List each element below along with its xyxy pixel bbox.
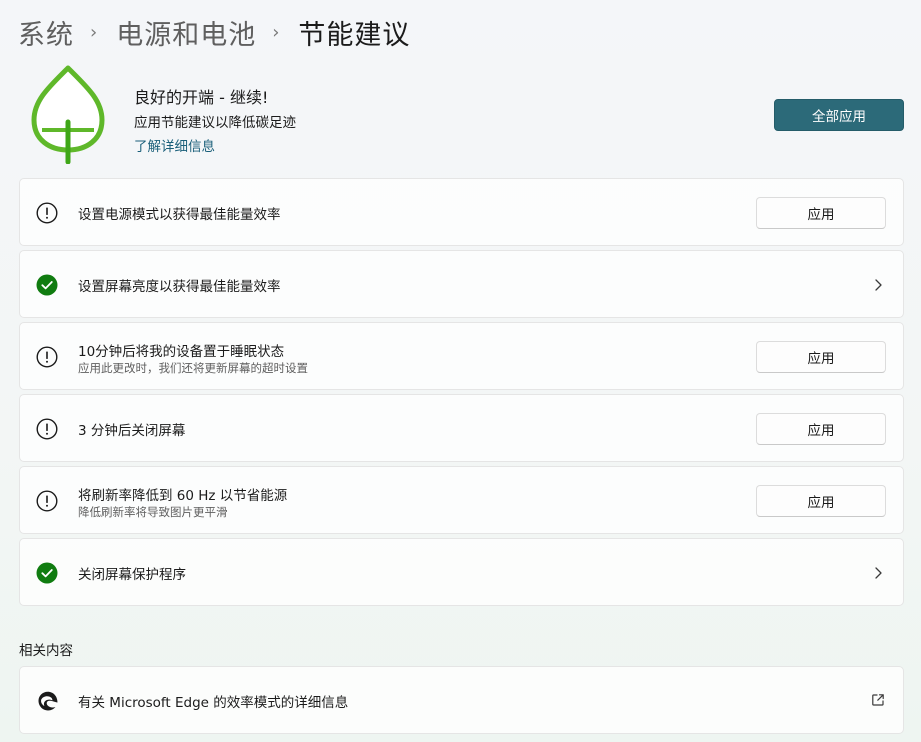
hero-subtitle: 应用节能建议以降低碳足迹 [134, 115, 296, 131]
edge-icon [38, 691, 58, 711]
warning-icon [36, 346, 58, 368]
apply-sleep-button[interactable]: 应用 [756, 341, 886, 373]
breadcrumb-power-battery[interactable]: 电源和电池 [116, 13, 256, 52]
related-item-title: 有关 Microsoft Edge 的效率模式的详细信息 [78, 695, 349, 711]
hero-section: 良好的开端 - 继续! 应用节能建议以降低碳足迹 了解详细信息 全部应用 [20, 64, 905, 168]
breadcrumb: 系统 › 电源和电池 › 节能建议 [18, 10, 410, 54]
breadcrumb-separator: › [90, 21, 99, 43]
apply-refresh-rate-button[interactable]: 应用 [756, 485, 886, 517]
apply-screen-off-button[interactable]: 应用 [756, 413, 886, 445]
recommendation-sleep: 10分钟后将我的设备置于睡眠状态 应用此更改时，我们还将更新屏幕的超时设置 应用 [19, 322, 904, 390]
learn-more-link[interactable]: 了解详细信息 [134, 135, 215, 155]
recommendation-title: 10分钟后将我的设备置于睡眠状态 [78, 344, 285, 360]
recommendation-subtitle: 应用此更改时，我们还将更新屏幕的超时设置 [78, 361, 308, 375]
recommendation-screensaver[interactable]: 关闭屏幕保护程序 [19, 538, 904, 606]
chevron-right-icon[interactable] [871, 277, 885, 293]
warning-icon [36, 418, 58, 440]
recommendation-screen-off: 3 分钟后关闭屏幕 应用 [19, 394, 904, 462]
hero-title: 良好的开端 - 继续! [134, 88, 269, 107]
breadcrumb-system[interactable]: 系统 [18, 13, 74, 52]
recommendation-title: 3 分钟后关闭屏幕 [78, 423, 186, 439]
open-external-icon[interactable] [871, 693, 885, 707]
apply-all-button[interactable]: 全部应用 [774, 99, 904, 131]
checkmark-icon [36, 562, 58, 584]
chevron-right-icon[interactable] [871, 565, 885, 581]
related-content-heading: 相关内容 [19, 643, 73, 659]
recommendation-title: 设置电源模式以获得最佳能量效率 [78, 207, 281, 223]
breadcrumb-separator: › [272, 21, 281, 43]
warning-icon [36, 202, 58, 224]
leaf-icon [31, 65, 105, 164]
apply-power-mode-button[interactable]: 应用 [756, 197, 886, 229]
recommendation-power-mode: 设置电源模式以获得最佳能量效率 应用 [19, 178, 904, 246]
recommendation-title: 设置屏幕亮度以获得最佳能量效率 [78, 279, 281, 295]
recommendation-refresh-rate: 将刷新率降低到 60 Hz 以节省能源 降低刷新率将导致图片更平滑 应用 [19, 466, 904, 534]
checkmark-icon [36, 274, 58, 296]
recommendation-title: 将刷新率降低到 60 Hz 以节省能源 [78, 488, 288, 504]
recommendation-subtitle: 降低刷新率将导致图片更平滑 [78, 505, 228, 519]
related-edge-efficiency[interactable]: 有关 Microsoft Edge 的效率模式的详细信息 [19, 666, 904, 734]
recommendation-title: 关闭屏幕保护程序 [78, 567, 186, 583]
recommendation-brightness[interactable]: 设置屏幕亮度以获得最佳能量效率 [19, 250, 904, 318]
warning-icon [36, 490, 58, 512]
page-title: 节能建议 [298, 19, 411, 51]
